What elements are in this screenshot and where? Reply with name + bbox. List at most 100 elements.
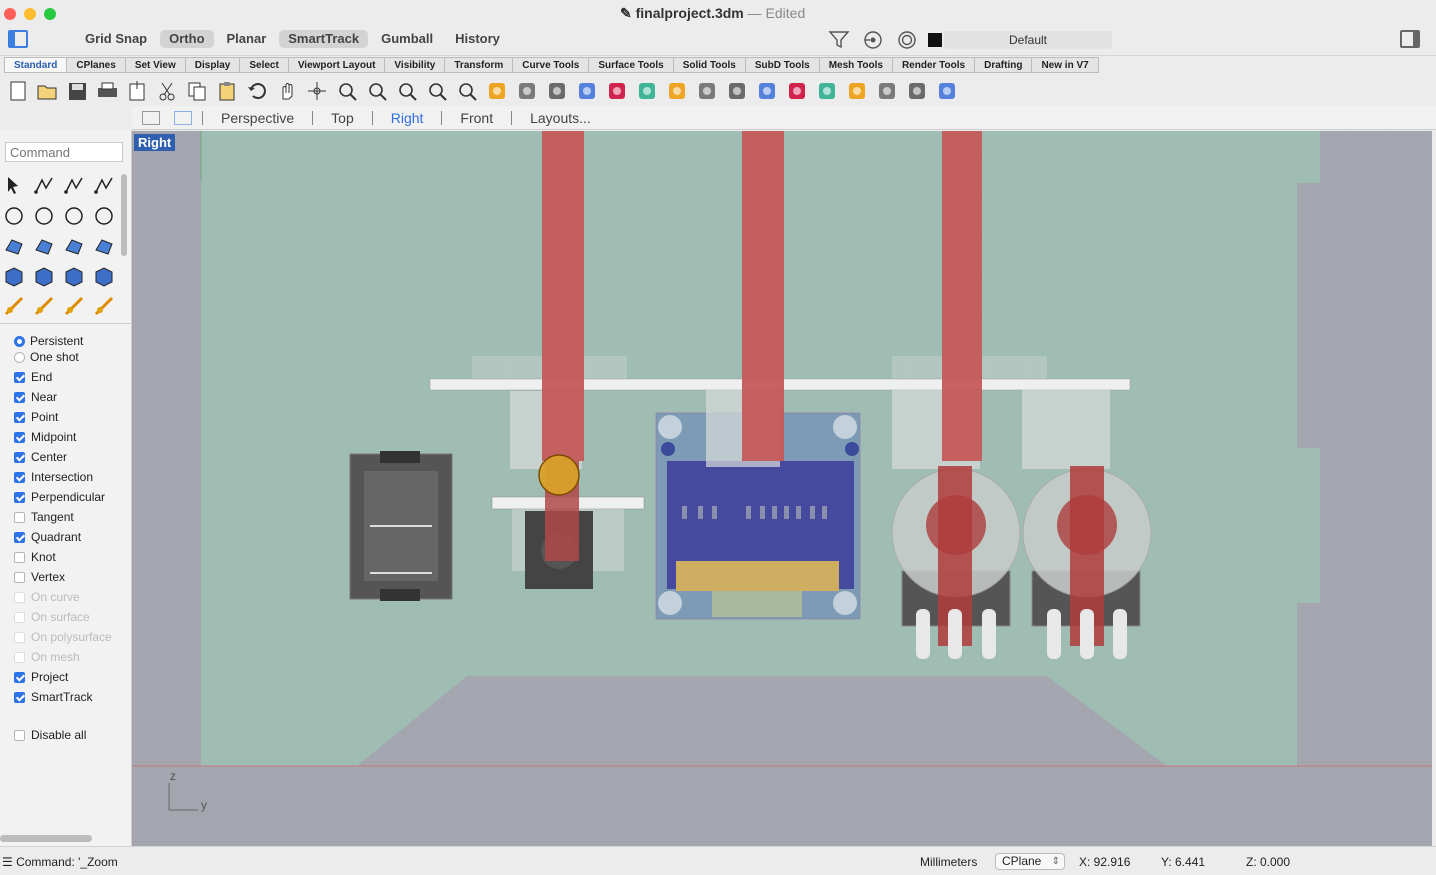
print-icon[interactable] xyxy=(92,77,122,105)
boolean-icon[interactable] xyxy=(30,264,58,288)
osnap-midpoint[interactable]: Midpoint xyxy=(14,427,112,447)
checkbox[interactable] xyxy=(14,491,25,503)
ellipse-icon[interactable] xyxy=(30,204,58,228)
checkbox[interactable] xyxy=(14,671,25,683)
osnap-quadrant[interactable]: Quadrant xyxy=(14,527,112,547)
help-icon[interactable] xyxy=(932,77,962,105)
tab-cplanes[interactable]: CPlanes xyxy=(67,57,126,73)
record-history-icon[interactable] xyxy=(860,29,886,51)
osnap-center[interactable]: Center xyxy=(14,447,112,467)
zoom-selected-icon[interactable] xyxy=(422,77,452,105)
select-icon[interactable] xyxy=(0,174,28,198)
single-viewport-icon[interactable] xyxy=(174,110,192,125)
mode-grid-snap[interactable]: Grid Snap xyxy=(76,30,156,48)
tab-mesh-tools[interactable]: Mesh Tools xyxy=(819,57,893,73)
copy-icon[interactable] xyxy=(182,77,212,105)
import-icon[interactable] xyxy=(122,77,152,105)
point-select-icon[interactable] xyxy=(602,77,632,105)
tab-render-tools[interactable]: Render Tools xyxy=(892,57,976,73)
mode-ortho[interactable]: Ortho xyxy=(160,30,214,48)
circle-icon[interactable] xyxy=(0,204,28,228)
radio-button[interactable] xyxy=(14,335,25,347)
mode-planar[interactable]: Planar xyxy=(218,30,276,48)
tab-transform[interactable]: Transform xyxy=(445,57,514,73)
checkbox[interactable] xyxy=(14,471,25,483)
osnap-perpendicular[interactable]: Perpendicular xyxy=(14,487,112,507)
snapshot-icon[interactable] xyxy=(572,77,602,105)
radio-button[interactable] xyxy=(14,351,25,363)
view-tab-front[interactable]: Front xyxy=(452,110,501,126)
checkbox[interactable] xyxy=(14,571,25,583)
box-icon[interactable] xyxy=(0,264,28,288)
cplane-dropdown[interactable]: CPlane xyxy=(995,853,1065,870)
zoom-window-icon[interactable] xyxy=(362,77,392,105)
command-input[interactable] xyxy=(5,142,123,162)
layer-icon[interactable] xyxy=(692,77,722,105)
viewport-grid-layout-icon[interactable] xyxy=(142,110,160,125)
maximize-window-button[interactable] xyxy=(44,8,56,20)
checkbox[interactable] xyxy=(14,691,25,703)
tab-viewport-layout[interactable]: Viewport Layout xyxy=(288,57,386,73)
fillet-icon[interactable] xyxy=(30,234,58,258)
osnap-smarttrack[interactable]: SmartTrack xyxy=(14,687,112,707)
trim-icon[interactable] xyxy=(60,294,88,318)
tab-surface-tools[interactable]: Surface Tools xyxy=(589,57,674,73)
osnap-end[interactable]: End xyxy=(14,367,112,387)
checkbox[interactable] xyxy=(14,531,25,543)
tab-visibility[interactable]: Visibility xyxy=(385,57,446,73)
right-viewport[interactable]: Right z y xyxy=(132,131,1432,846)
dimension-icon[interactable] xyxy=(872,77,902,105)
save-icon[interactable] xyxy=(62,77,92,105)
tab-standard[interactable]: Standard xyxy=(4,57,68,73)
layer-color-swatch[interactable] xyxy=(928,33,942,47)
osnap-point[interactable]: Point xyxy=(14,407,112,427)
checkbox[interactable] xyxy=(14,729,25,741)
render-icon[interactable] xyxy=(542,77,572,105)
filter-icon[interactable] xyxy=(842,77,872,105)
mode-gumball[interactable]: Gumball xyxy=(372,30,442,48)
tool-grid-scrollbar[interactable] xyxy=(121,174,127,256)
checkbox[interactable] xyxy=(14,451,25,463)
wire-icon[interactable] xyxy=(782,77,812,105)
sidebar-horizontal-scrollbar[interactable] xyxy=(0,835,92,842)
undo-icon[interactable] xyxy=(242,77,272,105)
polyline-icon[interactable] xyxy=(60,174,88,198)
light-icon[interactable] xyxy=(632,77,662,105)
surface-icon[interactable] xyxy=(60,234,88,258)
car-icon[interactable] xyxy=(512,77,542,105)
pot-rod[interactable] xyxy=(942,131,982,461)
checkbox[interactable] xyxy=(14,411,25,423)
units-label[interactable]: Millimeters xyxy=(920,855,977,869)
zoom-icon[interactable] xyxy=(332,77,362,105)
checkbox[interactable] xyxy=(14,391,25,403)
osnap-tangent[interactable]: Tangent xyxy=(14,507,112,527)
new-icon[interactable] xyxy=(2,77,32,105)
mode-smarttrack[interactable]: SmartTrack xyxy=(279,30,369,48)
sidebar-toggle-icon[interactable] xyxy=(8,30,28,48)
view-tab-right[interactable]: Right xyxy=(383,110,432,126)
tab-drafting[interactable]: Drafting xyxy=(975,57,1033,73)
viewport-grid-icon[interactable] xyxy=(482,77,512,105)
split-icon[interactable] xyxy=(90,294,118,318)
display-rod[interactable] xyxy=(742,131,784,461)
checkbox[interactable] xyxy=(14,511,25,523)
tab-subd-tools[interactable]: SubD Tools xyxy=(745,57,820,73)
command-history[interactable]: ☰ Command: '_Zoom xyxy=(2,855,118,869)
minimize-window-button[interactable] xyxy=(24,8,36,20)
osnap-near[interactable]: Near xyxy=(14,387,112,407)
zoom-target-icon[interactable] xyxy=(452,77,482,105)
selected-knob-highlight[interactable] xyxy=(538,454,580,496)
view-tab-layouts[interactable]: Layouts... xyxy=(522,110,599,126)
rectangle-icon[interactable] xyxy=(90,204,118,228)
checkbox[interactable] xyxy=(14,551,25,563)
model-canvas[interactable] xyxy=(132,131,1432,846)
arc-icon[interactable] xyxy=(60,204,88,228)
point-icon[interactable] xyxy=(30,174,58,198)
osnap-vertex[interactable]: Vertex xyxy=(14,567,112,587)
tab-display[interactable]: Display xyxy=(185,57,241,73)
close-window-button[interactable] xyxy=(4,8,16,20)
sphere-icon[interactable] xyxy=(812,77,842,105)
tab-select[interactable]: Select xyxy=(240,57,289,73)
extrude-icon[interactable] xyxy=(90,234,118,258)
lock-icon[interactable] xyxy=(662,77,692,105)
